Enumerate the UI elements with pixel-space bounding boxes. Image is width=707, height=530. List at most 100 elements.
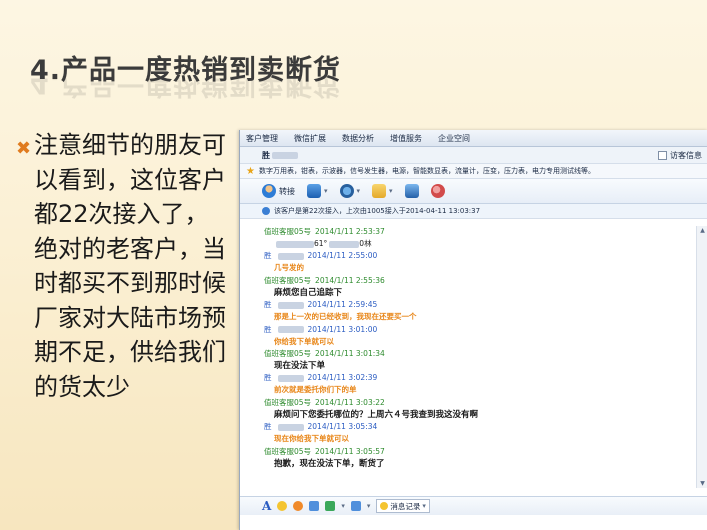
history-icon (380, 502, 389, 510)
message-item: 值班客服05号 2014/1/11 2:55:36 麻烦您自己追踪下 (264, 275, 707, 299)
message-sender: 值班客服05号 (264, 446, 312, 456)
customer-tags: ★ 数字万用表，钳表，示波器，信号发生器，电源，智能数显表，流量计，压变，压力表… (240, 164, 707, 179)
transfer-label: 转接 (279, 186, 295, 196)
transfer-button[interactable]: 转接 (262, 184, 295, 198)
bullet-x-icon: ✖ (16, 138, 32, 159)
message-sender: 值班客服05号 (264, 227, 312, 236)
message-text: 现在没法下单 (274, 361, 326, 372)
message-item: 胜 2014/1/11 3:02:39 前次就是委托你们下的单 (264, 372, 707, 396)
message-time: 2014/1/11 2:55:00 (307, 251, 378, 261)
bullet-text: 注意细节的朋友可以看到，这位客户都22次接入了，绝对的老客户，当时都买不到那时候… (34, 131, 226, 401)
message-item: 胜 2014/1/11 3:05:34 现在你给我下单就可以 (264, 421, 707, 445)
message-text: 抱歉，现在没法下单，断货了 (274, 458, 385, 469)
message-time: 2014/1/11 3:02:39 (307, 373, 378, 383)
message-time: 2014/1/11 3:01:00 (307, 324, 378, 334)
message-text: 你给我下单就可以 (274, 336, 334, 346)
message-time: 2014/1/11 3:05:34 (307, 422, 378, 432)
chat-menu-bar: 客户管理 微信扩展 数据分析 增值服务 企业空间 (240, 130, 707, 147)
monitor-icon (404, 184, 419, 198)
message-sender: 胜 (264, 422, 272, 432)
chat-header: 胜 访客信息 (240, 147, 707, 164)
visitor-info-toggle[interactable]: 访客信息 (658, 150, 702, 161)
group-icon (430, 184, 445, 198)
menu-item-enterprise-space[interactable]: 企业空间 (438, 133, 470, 144)
message-sender: 值班客服05号 (264, 397, 312, 407)
message-text: 前次就是委托你们下的单 (274, 385, 357, 395)
message-text: 麻烦问下您委托哪位的？上周六４号我查到我这没有啊 (274, 409, 479, 420)
microphone-icon (339, 184, 354, 198)
voice-button[interactable]: ▾ (339, 184, 360, 198)
screen-button[interactable]: ▾ (307, 184, 328, 198)
redacted-name (277, 423, 304, 431)
redacted-text (276, 240, 314, 248)
font-button[interactable]: A (262, 499, 271, 513)
message-item: 胜 2014/1/11 2:55:00 几号发的 (264, 250, 707, 274)
menu-item-wechat-extension[interactable]: 微信扩展 (294, 133, 326, 144)
scroll-up-icon[interactable]: ▲ (698, 226, 707, 235)
message-item: 值班客服05号 2014/1/11 2:53:37 61° 0林 (264, 226, 707, 250)
message-time: 2014/1/11 3:01:34 (315, 349, 385, 359)
info-icon (262, 207, 270, 215)
message-sender: 胜 (264, 373, 272, 383)
redacted-name (277, 326, 304, 334)
redacted-text (329, 240, 360, 248)
chat-window: 客户管理 微信扩展 数据分析 增值服务 企业空间 胜 访客信息 ★ 数字万用表，… (239, 130, 707, 530)
message-item: 胜 2014/1/11 3:01:00 你给我下单就可以 (264, 324, 707, 348)
visitor-info-label: 访客信息 (670, 151, 702, 160)
message-item: 值班客服05号 2014/1/11 3:05:57 抱歉，现在没法下单，断货了 (264, 446, 707, 470)
image-icon[interactable] (309, 501, 320, 511)
file-send-icon[interactable] (350, 501, 361, 511)
message-text: 几号发的 (274, 263, 304, 273)
visit-info-text: 该客户是第22次接入，上次由1005接入于2014-04-11 13:03:37 (274, 207, 481, 215)
message-sender: 胜 (264, 324, 272, 334)
bullet-item: ✖ 注意细节的朋友可以看到，这位客户都22次接入了，绝对的老客户，当时都买不到那… (16, 128, 231, 404)
visit-info-bar: 该客户是第22次接入，上次由1005接入于2014-04-11 13:03:37 (240, 204, 707, 219)
redacted-name (277, 301, 304, 309)
message-sender: 值班客服05号 (264, 349, 312, 359)
menu-item-value-added-services[interactable]: 增值服务 (390, 133, 422, 144)
message-sender: 值班客服05号 (264, 275, 312, 285)
message-sender: 胜 (264, 251, 272, 261)
slide-title-reflection: 4.产品一度热销到卖断货 (30, 76, 342, 99)
message-time: 2014/1/11 2:55:36 (315, 275, 385, 285)
person-icon (262, 184, 276, 198)
menu-item-data-analysis[interactable]: 数据分析 (342, 133, 374, 144)
message-text: 那是上一次的已经收到，我现在还要买一个 (274, 312, 417, 322)
chevron-down-icon: ▾ (324, 187, 328, 195)
message-list: 值班客服05号 2014/1/11 2:53:37 61° 0林 胜 2014/1/1… (240, 226, 707, 488)
message-text: 麻烦您自己追踪下 (274, 287, 343, 298)
message-history-label: 消息记录 (390, 501, 421, 511)
message-time: 2014/1/11 3:05:57 (315, 446, 385, 456)
chevron-down-icon[interactable]: ▾ (367, 502, 371, 510)
visitor-info-checkbox[interactable] (658, 151, 667, 160)
screenshot-icon[interactable] (325, 501, 336, 511)
chevron-down-icon[interactable]: ▾ (341, 502, 345, 510)
message-text: 现在你给我下单就可以 (274, 434, 349, 444)
remote-desktop-button[interactable] (404, 184, 419, 198)
chevron-down-icon: ▾ (422, 502, 426, 510)
emoji-icon[interactable] (277, 501, 288, 511)
chat-toolbar: 转接 ▾ ▾ ▾ (240, 179, 707, 204)
message-text: 61° (314, 239, 328, 248)
menu-item-customer-management[interactable]: 客户管理 (246, 133, 278, 144)
redacted-name (277, 374, 304, 382)
message-item: 值班客服05号 2014/1/11 3:03:22 麻烦问下您委托哪位的？上周六４… (264, 397, 707, 421)
scroll-down-icon[interactable]: ▼ (698, 479, 707, 488)
redacted-name (272, 151, 298, 159)
message-text-suffix: 0林 (359, 239, 372, 248)
message-item: 胜 2014/1/11 2:59:45 那是上一次的已经收到，我现在还要买一个 (264, 299, 707, 323)
message-item: 值班客服05号 2014/1/11 3:01:34 现在没法下单 (264, 348, 707, 372)
file-button[interactable]: ▾ (372, 184, 393, 198)
message-time: 2014/1/11 2:53:37 (315, 227, 385, 236)
folder-icon (372, 184, 387, 198)
message-time: 2014/1/11 2:59:45 (307, 300, 378, 310)
redacted-name (277, 252, 304, 260)
group-button[interactable] (430, 184, 445, 198)
quick-reply-icon[interactable] (293, 501, 304, 511)
message-scrollbar[interactable]: ▲ ▼ (696, 226, 707, 488)
screen-icon (307, 184, 321, 198)
tags-text: 数字万用表，钳表，示波器，信号发生器，电源，智能数显表，流量计，压变，压力表，电… (258, 167, 595, 175)
customer-name: 胜 (262, 150, 270, 160)
message-time: 2014/1/11 3:03:22 (315, 397, 385, 407)
message-history-button[interactable]: 消息记录 ▾ (376, 499, 430, 513)
